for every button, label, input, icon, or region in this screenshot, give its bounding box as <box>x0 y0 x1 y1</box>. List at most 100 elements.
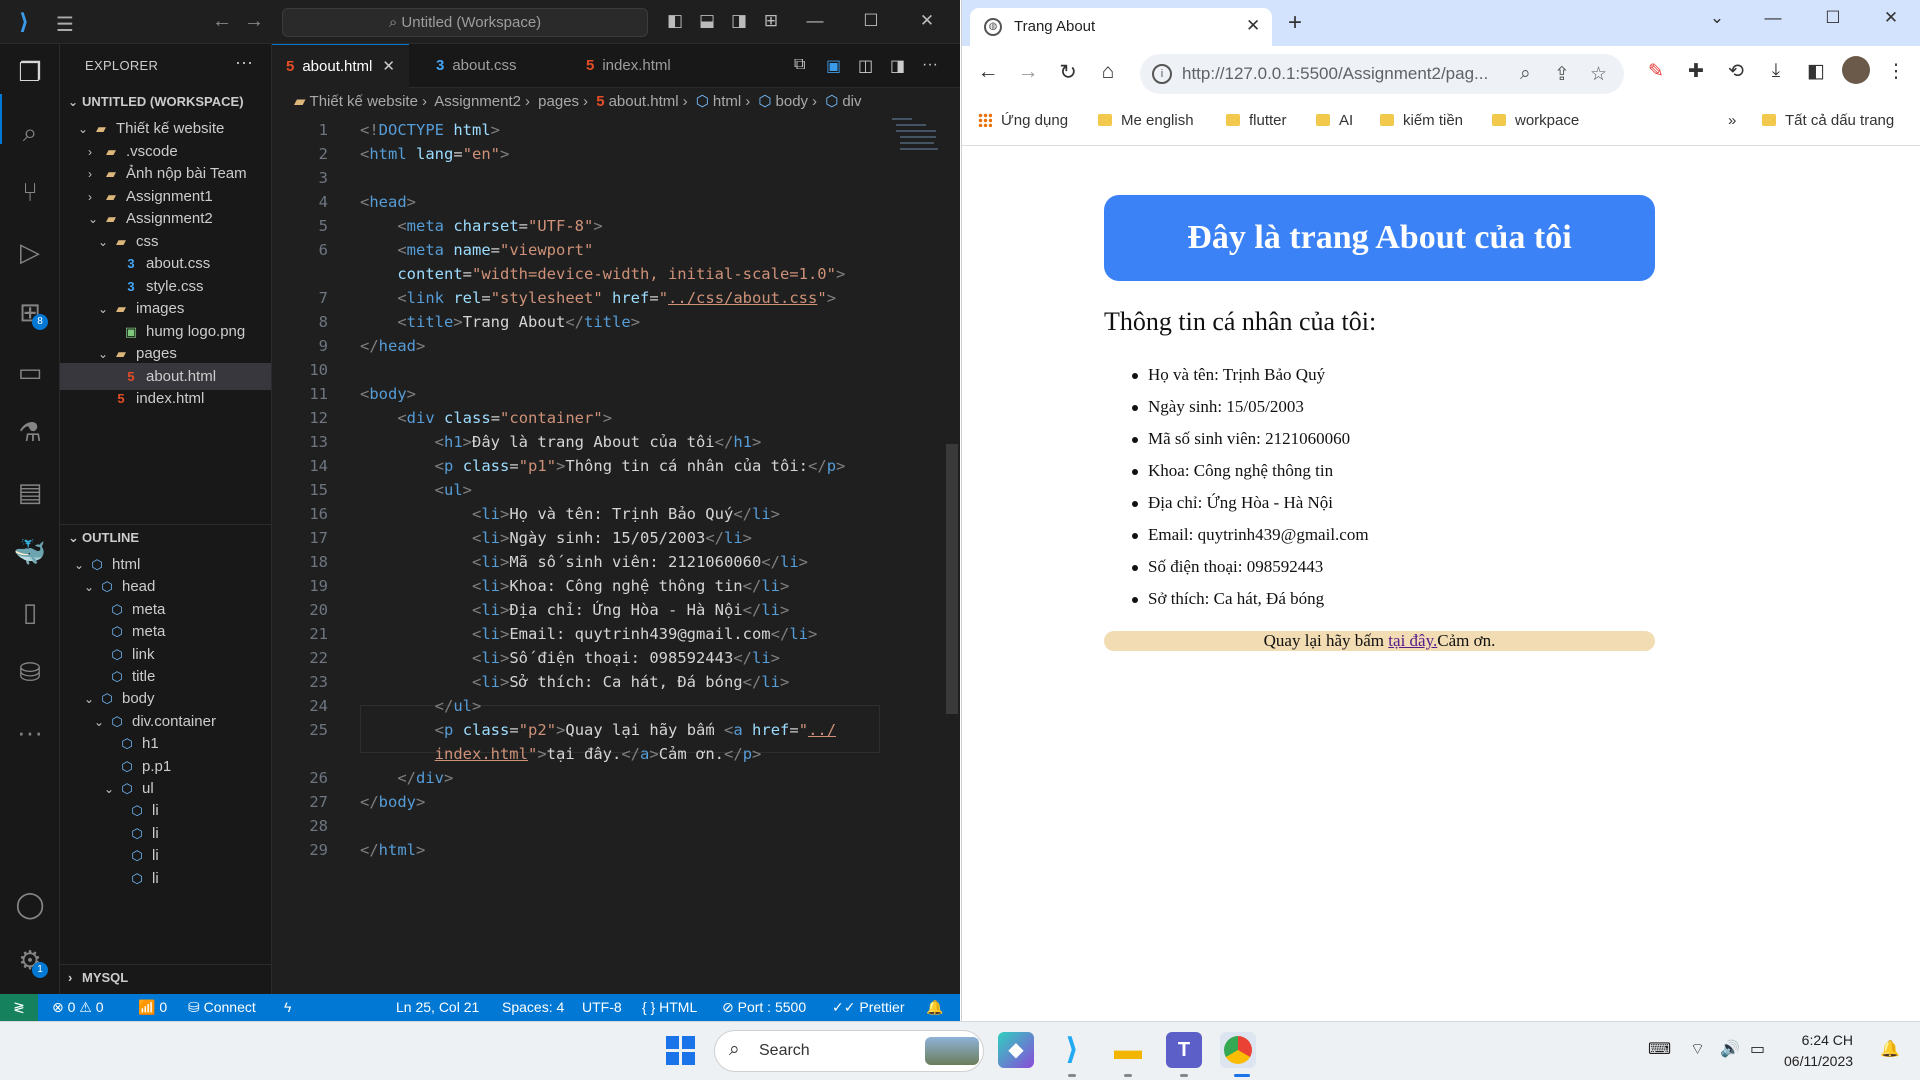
live-preview-icon[interactable]: ▣ <box>826 56 841 76</box>
home-icon[interactable]: ⌂ <box>1094 60 1122 84</box>
bookmark-folder[interactable]: AI <box>1316 112 1353 129</box>
breadcrumb-item[interactable]: Thiết kế website <box>310 93 418 110</box>
new-tab-icon[interactable]: + <box>1288 11 1302 35</box>
teams-icon[interactable]: T <box>1166 1032 1202 1068</box>
more-icon[interactable]: ··· <box>10 712 50 752</box>
remote-explorer-icon[interactable]: ▭ <box>10 352 50 392</box>
bookmark-folder[interactable]: kiếm tiền <box>1380 112 1463 129</box>
breadcrumb-item[interactable]: body <box>776 93 809 110</box>
language-mode[interactable]: { } HTML <box>642 994 697 1021</box>
clock[interactable]: 6:24 CH 06/11/2023 <box>1784 1030 1853 1072</box>
bookmark-folder[interactable]: workpace <box>1492 112 1579 129</box>
search-icon[interactable]: ⌕ <box>10 112 50 152</box>
bookmark-star-icon[interactable]: ☆ <box>1590 63 1607 86</box>
profile-avatar[interactable] <box>1842 56 1870 84</box>
more-actions-icon[interactable]: ··· <box>922 56 938 74</box>
more-actions-icon[interactable]: ··· <box>235 52 253 73</box>
hamburger-menu-icon[interactable]: ☰ <box>56 12 74 37</box>
wifi-icon[interactable]: ⌔ <box>1690 1039 1705 1059</box>
reload-icon[interactable]: ↻ <box>1054 60 1082 85</box>
extensions-icon[interactable]: ⊞ 8 <box>10 292 50 332</box>
share-icon[interactable]: ⇪ <box>1554 63 1570 86</box>
tab-about-css[interactable]: 3 about.css <box>422 44 531 88</box>
extension-color-icon[interactable]: ✎ <box>1642 60 1670 83</box>
code-editor[interactable]: 1 <!DOCTYPE html> 2 <html lang="en"> 3 4 <head… <box>272 114 960 994</box>
remote-indicator-icon[interactable]: ≷ <box>0 994 38 1021</box>
copilot-icon[interactable]: ◆ <box>998 1032 1034 1068</box>
all-bookmarks[interactable]: Tất cả dấu trang <box>1762 112 1894 129</box>
testing-icon[interactable]: ⚗ <box>10 412 50 452</box>
maximize-icon[interactable]: ☐ <box>856 8 886 34</box>
notifications-bell-icon[interactable]: 🔔 <box>1880 1039 1900 1059</box>
minimize-icon[interactable]: — <box>800 8 830 34</box>
tree-item[interactable]: 5 index.html <box>60 385 271 412</box>
command-center-search[interactable]: ⌕ Untitled (Workspace) <box>282 8 648 37</box>
lightning-icon[interactable]: ϟ <box>284 994 291 1021</box>
taskbar-search[interactable]: ⌕ Search <box>714 1030 984 1072</box>
open-preview-icon[interactable]: ⧉ <box>794 56 805 74</box>
tab-about-html[interactable]: 5 about.html ✕ <box>272 44 409 88</box>
breadcrumb-item[interactable]: Assignment2 <box>434 93 521 110</box>
compare-icon[interactable]: ◫ <box>858 56 873 76</box>
encoding-indicator[interactable]: UTF-8 <box>582 994 622 1021</box>
close-tab-icon[interactable]: ✕ <box>382 58 395 75</box>
toggle-secondary-sidebar-icon[interactable]: ◨ <box>728 10 750 32</box>
tab-index-html[interactable]: 5 index.html <box>572 44 685 88</box>
customize-layout-icon[interactable]: ⊞ <box>760 10 782 32</box>
live-server-port[interactable]: ⊘ Port : 5500 <box>722 994 806 1021</box>
workspace-section-header[interactable]: ⌄ UNTITLED (WORKSPACE) <box>60 88 271 115</box>
toggle-panel-icon[interactable]: ⬓ <box>696 10 718 32</box>
zoom-icon[interactable]: ⌕ <box>1520 63 1531 85</box>
extensions-puzzle-icon[interactable]: ✚ <box>1682 60 1710 83</box>
bookmark-folder[interactable]: Me english <box>1098 112 1194 129</box>
forward-arrow-icon[interactable]: → <box>1014 60 1042 84</box>
bookmark-apps[interactable]: Ứng dụng <box>978 112 1068 129</box>
close-tab-icon[interactable]: ✕ <box>1246 16 1260 36</box>
indentation-indicator[interactable]: Spaces: 4 <box>502 994 564 1021</box>
notifications-bell-icon[interactable]: 🔔 <box>926 994 943 1021</box>
download-icon[interactable]: ⤓ <box>1762 60 1790 82</box>
close-icon[interactable]: ✕ <box>1876 8 1906 28</box>
minimize-icon[interactable]: — <box>1758 8 1788 28</box>
docker-icon[interactable]: 🐳 <box>10 532 50 572</box>
run-debug-icon[interactable]: ▷ <box>10 232 50 272</box>
breadcrumb-item[interactable]: html <box>713 93 741 110</box>
settings-gear-icon[interactable]: ⚙ 1 <box>10 940 50 980</box>
breadcrumb-item[interactable]: about.html <box>609 93 679 110</box>
bookmark-folder[interactable]: flutter <box>1226 112 1287 129</box>
connect-button[interactable]: ⛁ Connect <box>188 994 256 1021</box>
tab-search-chevron-down-icon[interactable]: ⌄ <box>1702 8 1732 28</box>
panels-icon[interactable]: ▤ <box>10 472 50 512</box>
more-bookmarks-icon[interactable]: » <box>1728 112 1736 129</box>
vertical-scrollbar[interactable] <box>946 444 958 714</box>
back-link[interactable]: tại đây. <box>1388 631 1437 650</box>
vscode-taskbar-icon[interactable]: ⟩ <box>1054 1032 1090 1068</box>
breadcrumb-item[interactable]: pages <box>538 93 579 110</box>
performance-icon[interactable]: ⟲ <box>1722 60 1750 83</box>
toggle-sidebar-icon[interactable]: ◧ <box>664 10 686 32</box>
forward-arrow-icon[interactable]: → <box>244 10 264 33</box>
side-panel-icon[interactable]: ◧ <box>1802 60 1830 83</box>
source-control-icon[interactable]: ⑂ <box>10 172 50 212</box>
back-arrow-icon[interactable]: ← <box>212 10 232 33</box>
explorer-icon[interactable]: ❐ <box>10 52 50 92</box>
site-info-icon[interactable]: i <box>1152 64 1172 84</box>
close-icon[interactable]: ✕ <box>912 8 942 34</box>
account-icon[interactable]: ◯ <box>10 884 50 924</box>
volume-icon[interactable]: 🔊 <box>1720 1039 1740 1059</box>
menu-kebab-icon[interactable]: ⋮ <box>1882 60 1910 83</box>
chrome-taskbar-icon[interactable] <box>1220 1032 1256 1068</box>
address-bar[interactable]: i http://127.0.0.1:5500/Assignment2/pag.… <box>1140 54 1624 94</box>
outline-item[interactable]: ⬡ li <box>60 865 271 892</box>
prettier-indicator[interactable]: ✓✓ Prettier <box>832 994 904 1021</box>
cursor-position[interactable]: Ln 25, Col 21 <box>396 994 479 1021</box>
battery-icon[interactable]: ▭ <box>1750 1039 1765 1059</box>
outline-section-header[interactable]: ⌄ OUTLINE <box>60 524 271 550</box>
database-icon[interactable]: ⛁ <box>10 652 50 692</box>
split-editor-icon[interactable]: ◨ <box>890 56 905 76</box>
back-arrow-icon[interactable]: ← <box>974 60 1002 84</box>
file-explorer-icon[interactable]: ▬ <box>1110 1032 1146 1068</box>
problems-indicator[interactable]: ⊗ 0 ⚠ 0 <box>52 994 104 1021</box>
maximize-icon[interactable]: ☐ <box>1818 8 1848 28</box>
keyboard-icon[interactable]: ⌨ <box>1648 1039 1671 1059</box>
